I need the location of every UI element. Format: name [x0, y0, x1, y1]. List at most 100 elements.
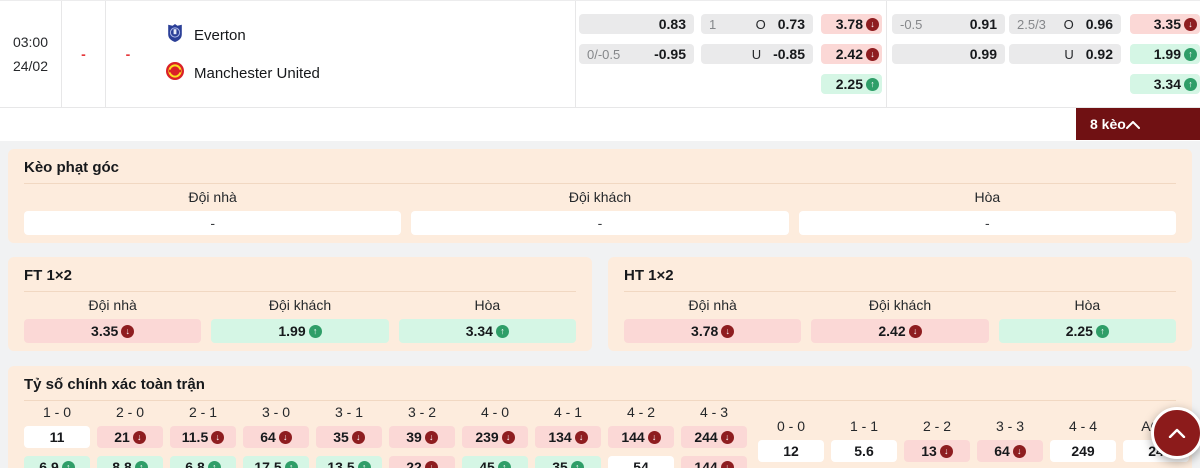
odd-value: 144 — [694, 459, 718, 468]
odd-cell[interactable]: 22 ↓ — [389, 456, 455, 468]
odd-value: 64 — [994, 443, 1010, 459]
trend-down-icon: ↓ — [424, 460, 438, 468]
odd-cell[interactable]: 11 — [24, 426, 90, 448]
trend-down-icon: ↓ — [1012, 444, 1026, 458]
divider — [624, 291, 1176, 292]
handicap-odd-box[interactable]: -0.5 0.91 — [892, 14, 1005, 34]
handicap-odd-box[interactable]: 0.83 — [579, 14, 694, 34]
odd-cell[interactable]: - — [24, 211, 402, 235]
trend-down-icon: ↓ — [721, 324, 735, 338]
odd-cell[interactable]: 244 ↓ — [681, 426, 747, 448]
odd-value: 249 — [1071, 443, 1095, 459]
odd-cell[interactable]: 39 ↓ — [389, 426, 455, 448]
trend-down-icon: ↓ — [121, 324, 135, 338]
odd-value: 3.35 — [91, 323, 119, 339]
over-odd-box[interactable]: 2.5/3 O 0.96 — [1009, 14, 1121, 34]
score-label: 4 - 3 — [699, 404, 728, 420]
odd-cell[interactable]: 2.25 ↑ — [821, 74, 882, 94]
score-label: 3 - 2 — [407, 404, 436, 420]
odd-cell[interactable]: 2.42 ↓ — [811, 319, 989, 343]
section-title: FT 1×2 — [24, 267, 72, 284]
home-team-row[interactable]: Everton — [165, 23, 575, 48]
odd-cell[interactable]: 1.99 ↑ — [1130, 44, 1200, 64]
odd-cell[interactable]: 144 ↓ — [608, 426, 674, 448]
odd-cell[interactable]: 2.42 ↓ — [821, 44, 882, 64]
under-odd-box[interactable]: U -0.85 — [701, 44, 813, 64]
over-odd-box[interactable]: 1 O 0.73 — [701, 14, 813, 34]
header-draw: Hòa — [974, 189, 1001, 205]
odd-cell[interactable]: 64 ↓ — [977, 440, 1043, 462]
odd-value: 1.99 — [278, 323, 306, 339]
odd-value: 6.8 — [185, 459, 205, 468]
odd-cell[interactable]: - — [411, 211, 789, 235]
odd-cell[interactable]: 3.35 ↓ — [24, 319, 202, 343]
home-score: - — [62, 1, 106, 107]
odd-cell[interactable]: 6.8 ↑ — [170, 456, 236, 468]
odd-cell[interactable]: 3.78 ↓ — [821, 14, 882, 34]
odd-cell[interactable]: 3.34 ↑ — [398, 319, 576, 343]
trend-up-icon: ↑ — [134, 460, 148, 468]
odd-cell[interactable]: 11.5 ↓ — [170, 426, 236, 448]
odd-value: 64 — [260, 429, 276, 445]
odd-cell[interactable]: 13 ↓ — [904, 440, 970, 462]
odd-cell[interactable]: 134 ↓ — [535, 426, 601, 448]
everton-logo-icon — [165, 23, 185, 48]
scroll-top-button[interactable] — [1151, 407, 1200, 459]
ht-1x2-cells: 3.78 ↓ 2.42 ↓ 2.25 ↑ — [624, 319, 1176, 343]
away-score: - — [125, 46, 131, 62]
odd-value: 13 — [921, 443, 937, 459]
manchester-united-logo-icon — [165, 61, 185, 86]
odd-cell[interactable]: 3.35 ↓ — [1130, 14, 1200, 34]
first-half-1x2-odds: 3.78 ↓ 2.42 ↓ 2.25 ↑ — [821, 14, 882, 107]
under-letter: U — [751, 46, 762, 62]
trend-down-icon: ↓ — [647, 430, 661, 444]
odd-value: 35 — [552, 459, 568, 468]
odd-cell[interactable]: 3.34 ↑ — [1130, 74, 1200, 94]
odd-cell[interactable]: 35 ↓ — [316, 426, 382, 448]
odd-cell[interactable]: - — [798, 211, 1176, 235]
header-home: Đội nhà — [88, 297, 137, 313]
odd-cell[interactable]: 12 — [758, 440, 824, 462]
score-column: 2 - 0 21 ↓ 8.8 ↑ — [97, 404, 163, 468]
odd-cell[interactable]: 54 — [608, 456, 674, 468]
keo-count-toggle-button[interactable]: 8 kèo — [1076, 108, 1200, 140]
odd-cell[interactable]: 249 — [1050, 440, 1116, 462]
away-team-row[interactable]: Manchester United — [165, 61, 575, 86]
handicap-odd-box[interactable]: 0/-0.5 -0.95 — [579, 44, 694, 64]
trend-up-icon: ↑ — [61, 460, 75, 468]
odd-cell[interactable]: 17.5 ↑ — [243, 456, 309, 468]
odd-cell[interactable]: 8.8 ↑ — [97, 456, 163, 468]
odd-cell[interactable]: 45 ↑ — [462, 456, 528, 468]
draw-score-column: 0 - 0 12 — [758, 404, 824, 468]
odd-value: 17.5 — [254, 459, 282, 468]
odd-value: - — [984, 215, 990, 231]
full-time-1x2-odds: 3.35 ↓ 1.99 ↑ 3.34 ↑ — [1130, 14, 1200, 107]
score-column: 4 - 2 144 ↓ 54 — [608, 404, 674, 468]
odd-cell[interactable]: 144 ↓ — [681, 456, 747, 468]
odd-cell[interactable]: 35 ↑ — [535, 456, 601, 468]
odd-cell[interactable]: 21 ↓ — [97, 426, 163, 448]
odd-value: 8.8 — [112, 459, 132, 468]
odd-value: 12 — [783, 443, 799, 459]
handicap-odd-box[interactable]: 0.99 — [892, 44, 1005, 64]
odd-cell[interactable]: 239 ↓ — [462, 426, 528, 448]
score-column: 1 - 0 11 6.9 ↑ — [24, 404, 90, 468]
draw-score-column: 3 - 3 64 ↓ — [977, 404, 1043, 468]
odd-value: 3.78 — [691, 323, 719, 339]
under-odd-box[interactable]: U 0.92 — [1009, 44, 1121, 64]
odd-cell[interactable]: 6.9 ↑ — [24, 456, 90, 468]
odd-value: 3.34 — [465, 323, 493, 339]
odd-cell[interactable]: 13.5 ↑ — [316, 456, 382, 468]
header-draw: Hòa — [1074, 297, 1101, 313]
teams-column[interactable]: Everton Manchester United — [150, 1, 576, 107]
column-headers: Đội nhà Đội khách Hòa — [624, 297, 1176, 313]
odd-cell[interactable]: 1.99 ↑ — [211, 319, 389, 343]
odd-cell[interactable]: 64 ↓ — [243, 426, 309, 448]
over-odd: 0.96 — [1085, 16, 1113, 32]
odd-cell[interactable]: 2.25 ↑ — [998, 319, 1176, 343]
match-time: 03:00 — [12, 34, 49, 50]
odd-cell[interactable]: 3.78 ↓ — [624, 319, 802, 343]
trend-up-icon: ↑ — [495, 324, 509, 338]
corner-odds-cells: --- — [24, 211, 1176, 235]
odd-cell[interactable]: 5.6 — [831, 440, 897, 462]
